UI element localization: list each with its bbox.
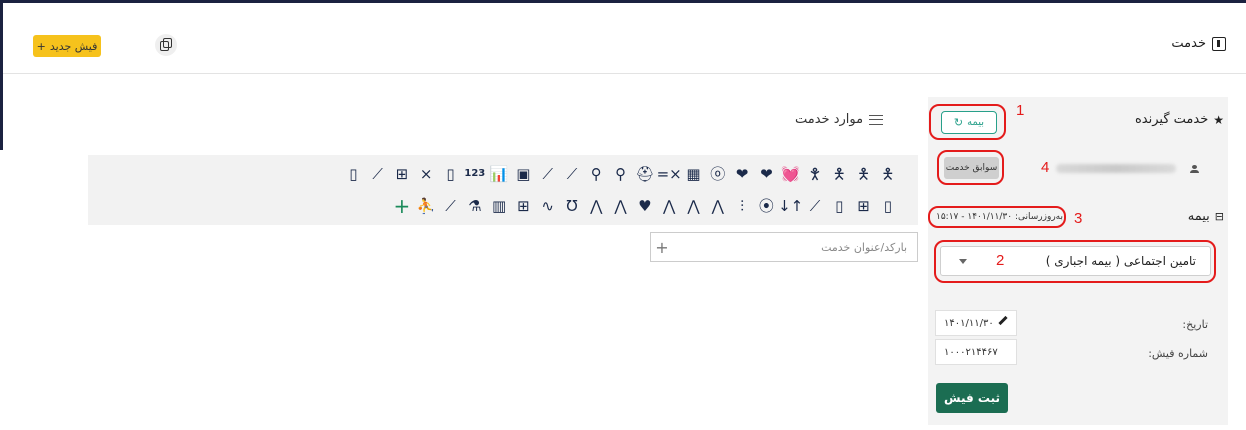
row1-service-icon[interactable]: ⟋ <box>560 161 584 187</box>
row1-service-icon[interactable]: × <box>414 161 438 187</box>
annotation-number-4: 4 <box>1041 159 1050 176</box>
submit-receipt-button[interactable]: ثبت فیش <box>936 383 1008 413</box>
receipt-number-value: ۱۰۰۰۲۱۴۴۶۷ <box>944 346 998 358</box>
row1-service-icon[interactable]: ❤ <box>730 161 754 187</box>
user-icon <box>1190 165 1199 174</box>
insurance-section-title: ⊟ بیمه <box>1188 209 1224 224</box>
row1-service-icon[interactable]: ⓞ <box>706 161 730 187</box>
search-placeholder: بارکد/عنوان خدمت <box>821 240 907 254</box>
row2-service-icon[interactable]: ⋀ <box>657 193 681 219</box>
row2-service-icon[interactable]: ⚗ <box>463 193 487 219</box>
receiver-section-title: ★ خدمت گیرنده <box>1135 112 1224 127</box>
row1-service-icon[interactable]: ⚲ <box>584 161 608 187</box>
row2-service-icon[interactable]: + <box>390 193 414 219</box>
star-icon: ★ <box>1213 112 1224 127</box>
row2-service-icon[interactable]: ⫶ <box>730 193 754 219</box>
row1-service-icon[interactable]: ⊞ <box>390 161 414 187</box>
row1-service-icon[interactable]: ▯ <box>438 161 462 187</box>
new-receipt-label: فیش جدید <box>49 39 98 53</box>
row2-service-icon[interactable]: ⟋ <box>803 193 827 219</box>
row2-service-icon[interactable]: ♥ <box>633 193 657 219</box>
row2-service-icon[interactable]: ↓↑ <box>778 193 803 219</box>
row1-service-icon[interactable]: ▦ <box>681 161 705 187</box>
annotation-box-1 <box>929 104 1006 140</box>
row1-service-icon[interactable]: ⚲ <box>608 161 632 187</box>
row1-service-icon[interactable]: 💓 <box>779 161 803 187</box>
row2-service-icon[interactable]: ⊞ <box>511 193 535 219</box>
patient-name-redacted <box>1056 164 1176 173</box>
row2-service-icon[interactable]: ⋀ <box>706 193 730 219</box>
pencil-icon[interactable] <box>998 315 1008 326</box>
row2-service-icon[interactable]: ∿ <box>536 193 560 219</box>
service-icon-row-2: ▯ ⊞ ▯ ⟋ ↓↑ ⦿ ⫶ ⋀ ⋀ ⋀ ♥ ⋀ ⋀ Ʊ ∿ ⊞ ▥ ⚗ ⟋ ⛹ + <box>390 193 900 219</box>
copy-button[interactable] <box>155 34 177 56</box>
row1-service-icon[interactable]: 📊 <box>487 161 511 187</box>
row2-service-icon[interactable]: ⟋ <box>438 193 462 219</box>
row2-service-icon[interactable]: ▯ <box>876 193 900 219</box>
receiver-title-text: خدمت گیرنده <box>1134 112 1209 127</box>
page-title: خدمت <box>1171 36 1226 51</box>
annotation-box-4 <box>937 150 1004 185</box>
row2-service-icon[interactable]: ⋀ <box>681 193 705 219</box>
row2-service-icon[interactable]: ⋀ <box>584 193 608 219</box>
receipt-number-field: ۱۰۰۰۲۱۴۴۶۷ <box>935 339 1017 365</box>
service-search-input[interactable]: بارکد/عنوان خدمت + <box>650 232 918 262</box>
copy-icon-back <box>163 38 172 48</box>
row1-service-icon[interactable]: ❤ <box>754 161 778 187</box>
menu-icon <box>869 114 884 125</box>
services-title-text: موارد خدمت <box>795 112 864 127</box>
row1-service-icon[interactable]: 🯅 <box>827 161 851 187</box>
annotation-number-3: 3 <box>1074 210 1083 227</box>
plus-icon: + <box>36 39 46 53</box>
row1-service-icon[interactable]: =× <box>657 161 682 187</box>
annotation-box-2 <box>934 240 1216 283</box>
row1-service-icon[interactable]: ⟋ <box>536 161 560 187</box>
service-icon-toolbar: 🯅 🯅 🯅 🯆 💓 ❤ ❤ ⓞ ▦ =× ⛑ ⚲ ⚲ ⟋ ⟋ ▣ 📊 123 ▯ × ⊞ ⟋ ▯ ▯ ⊞ ▯ ⟋ ↓↑ ⦿ ⫶ ⋀ ⋀ ⋀ ♥ ⋀… <box>88 155 918 225</box>
page-header: خدمت فیش جدید + <box>3 3 1246 74</box>
row1-service-icon[interactable]: ⛑ <box>633 161 657 187</box>
receipt-icon <box>1212 36 1226 51</box>
row2-service-icon[interactable]: ⊞ <box>851 193 875 219</box>
row1-service-icon[interactable]: ⟋ <box>365 161 389 187</box>
new-receipt-button[interactable]: فیش جدید + <box>33 35 101 57</box>
insurance-icon: ⊟ <box>1214 210 1224 223</box>
annotation-box-3 <box>928 206 1066 228</box>
row2-service-icon[interactable]: Ʊ <box>560 193 584 219</box>
row1-service-icon[interactable]: 🯅 <box>851 161 875 187</box>
row2-service-icon[interactable]: ▯ <box>827 193 851 219</box>
receipt-number-label: شماره فیش: <box>1148 347 1208 360</box>
annotation-number-1: 1 <box>1016 102 1025 119</box>
date-value: ۱۴۰۱/۱۱/۳۰ <box>944 317 994 329</box>
annotation-number-2: 2 <box>996 252 1005 269</box>
service-icon-row-1: 🯅 🯅 🯅 🯆 💓 ❤ ❤ ⓞ ▦ =× ⛑ ⚲ ⚲ ⟋ ⟋ ▣ 📊 123 ▯ × ⊞ ⟋ ▯ <box>341 161 900 187</box>
add-service-icon[interactable]: + <box>651 233 673 261</box>
row1-service-icon[interactable]: ▯ <box>341 161 365 187</box>
page-title-text: خدمت <box>1171 36 1206 51</box>
row1-service-icon[interactable]: 123 <box>463 161 487 187</box>
date-label: تاریخ: <box>1182 318 1208 331</box>
row1-service-icon[interactable]: ▣ <box>511 161 535 187</box>
date-field[interactable]: ۱۴۰۱/۱۱/۳۰ <box>935 310 1017 336</box>
submit-label: ثبت فیش <box>943 391 1000 405</box>
services-title: موارد خدمت <box>795 112 884 127</box>
row2-service-icon[interactable]: ⋀ <box>608 193 632 219</box>
row1-service-icon[interactable]: 🯅 <box>876 161 900 187</box>
row2-service-icon[interactable]: ▥ <box>487 193 511 219</box>
insurance-title-text: بیمه <box>1187 209 1210 224</box>
row2-service-icon[interactable]: ⦿ <box>754 193 778 219</box>
row1-service-icon[interactable]: 🯆 <box>803 161 827 187</box>
row2-service-icon[interactable]: ⛹ <box>414 193 438 219</box>
